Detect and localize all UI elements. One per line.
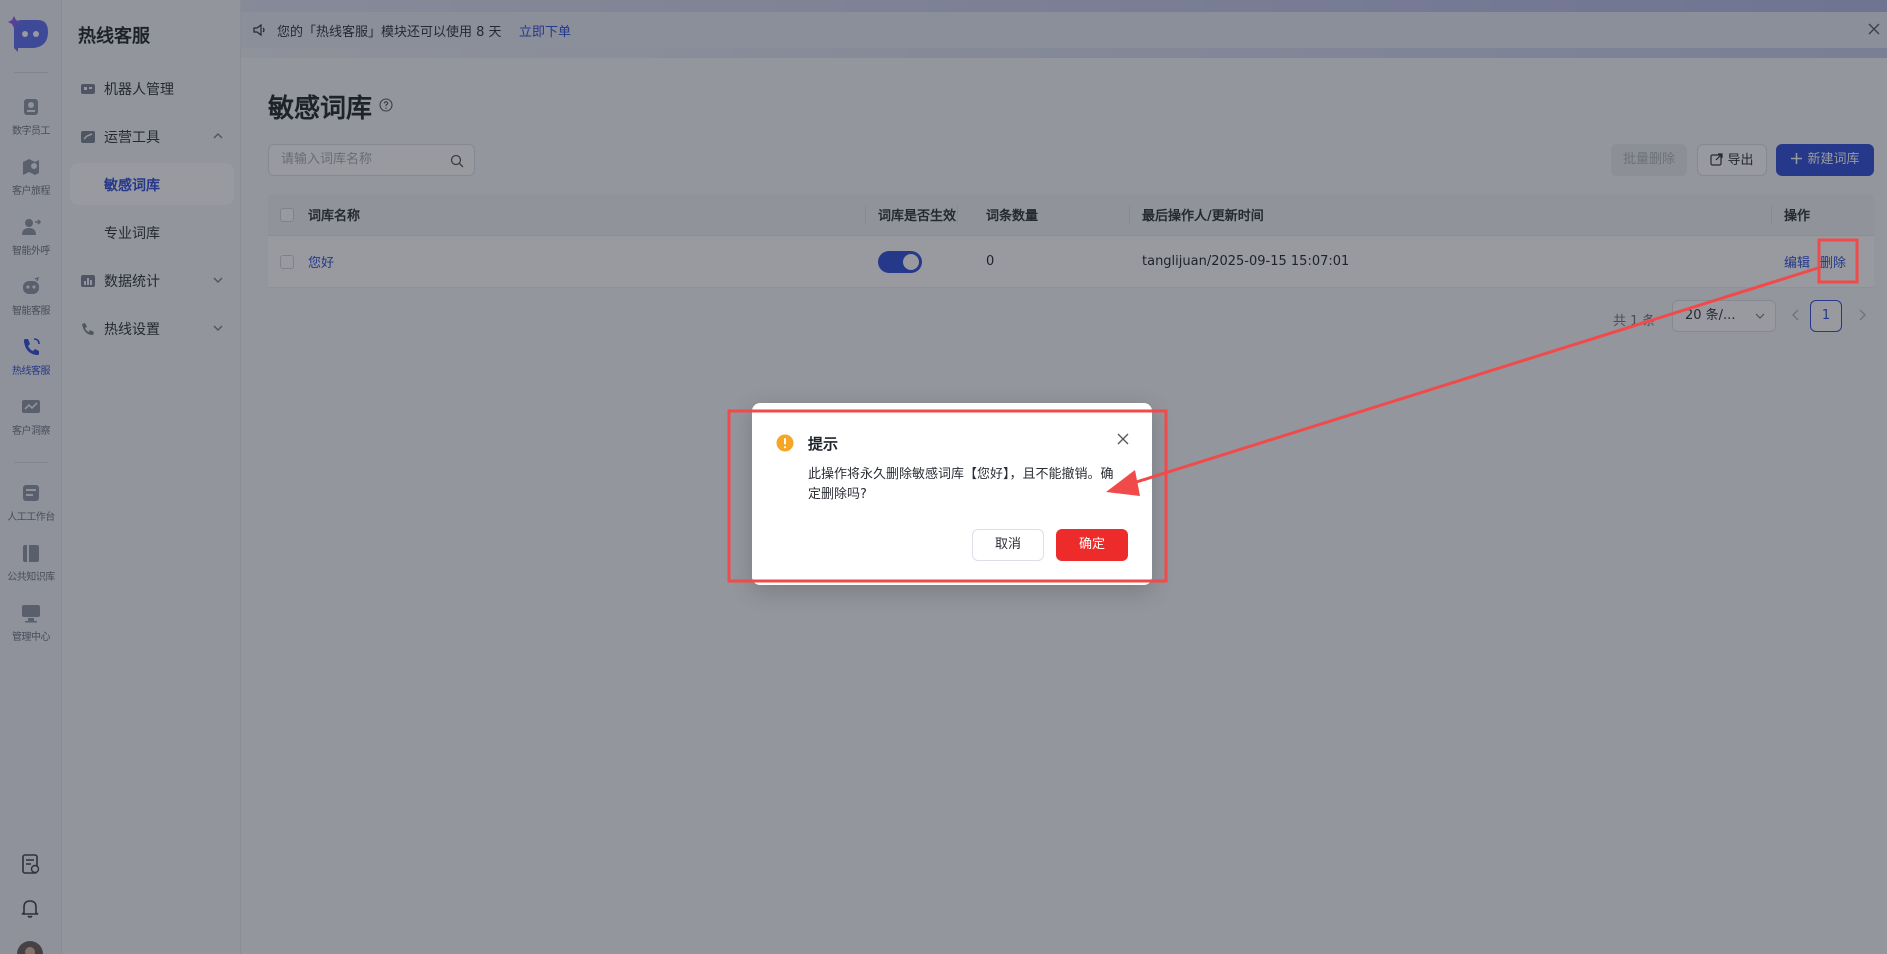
dialog-title: 提示 — [808, 435, 839, 453]
cancel-button[interactable]: 取消 — [972, 529, 1044, 561]
confirm-button[interactable]: 确定 — [1056, 529, 1128, 561]
dialog-message: 此操作将永久删除敏感词库【您好】，且不能撤销。确定删除吗? — [808, 467, 1114, 502]
confirm-delete-dialog: 提示 此操作将永久删除敏感词库【您好】，且不能撤销。确定删除吗? 取消 确定 — [752, 403, 1152, 585]
close-icon[interactable] — [1116, 432, 1130, 446]
warning-icon — [776, 434, 794, 452]
